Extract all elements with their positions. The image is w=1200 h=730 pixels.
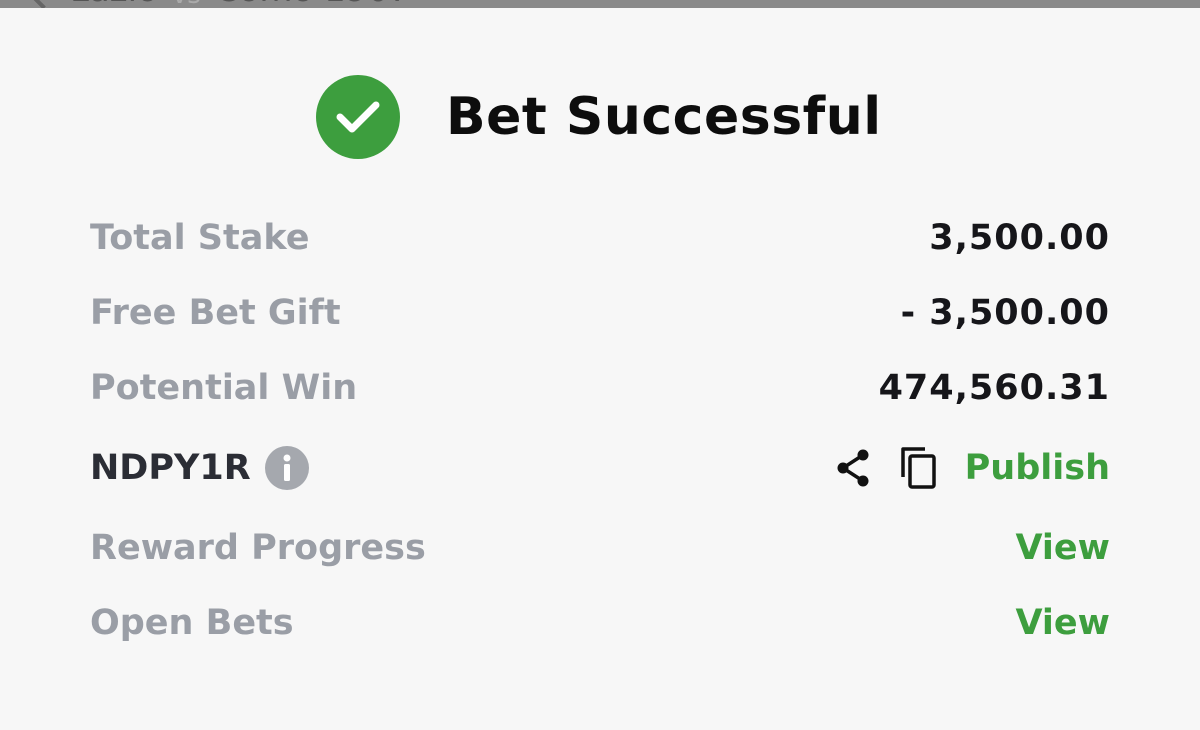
bet-confirmation-sheet: Bet Successful Total Stake 3,500.00 Free… bbox=[0, 8, 1200, 730]
open-bets-row: Open Bets View bbox=[90, 598, 1110, 648]
potential-win-value: 474,560.31 bbox=[878, 368, 1110, 408]
potential-win-label: Potential Win bbox=[90, 368, 358, 408]
total-stake-value: 3,500.00 bbox=[929, 218, 1110, 258]
booking-actions: Publish bbox=[833, 445, 1110, 491]
booking-code-row: NDPY1R Publish bbox=[90, 443, 1110, 493]
reward-progress-row: Reward Progress View bbox=[90, 523, 1110, 573]
success-banner: Bet Successful bbox=[316, 75, 882, 159]
total-stake-label: Total Stake bbox=[90, 218, 310, 258]
booking-code: NDPY1R bbox=[90, 448, 251, 488]
open-bets-view-link[interactable]: View bbox=[1015, 603, 1110, 643]
success-title: Bet Successful bbox=[446, 87, 882, 147]
publish-button[interactable]: Publish bbox=[965, 448, 1110, 488]
copy-icon[interactable] bbox=[899, 445, 939, 491]
free-bet-gift-row: Free Bet Gift - 3,500.00 bbox=[90, 288, 1110, 338]
booking-code-group: NDPY1R bbox=[90, 446, 309, 490]
reward-progress-view-link[interactable]: View bbox=[1015, 528, 1110, 568]
free-bet-gift-value: - 3,500.00 bbox=[900, 293, 1110, 333]
potential-win-row: Potential Win 474,560.31 bbox=[90, 363, 1110, 413]
share-icon[interactable] bbox=[833, 447, 873, 489]
info-icon[interactable] bbox=[264, 446, 309, 490]
total-stake-row: Total Stake 3,500.00 bbox=[90, 213, 1110, 263]
open-bets-label: Open Bets bbox=[90, 603, 294, 643]
check-circle-icon bbox=[316, 75, 400, 159]
free-bet-gift-label: Free Bet Gift bbox=[90, 293, 341, 333]
reward-progress-label: Reward Progress bbox=[90, 528, 426, 568]
